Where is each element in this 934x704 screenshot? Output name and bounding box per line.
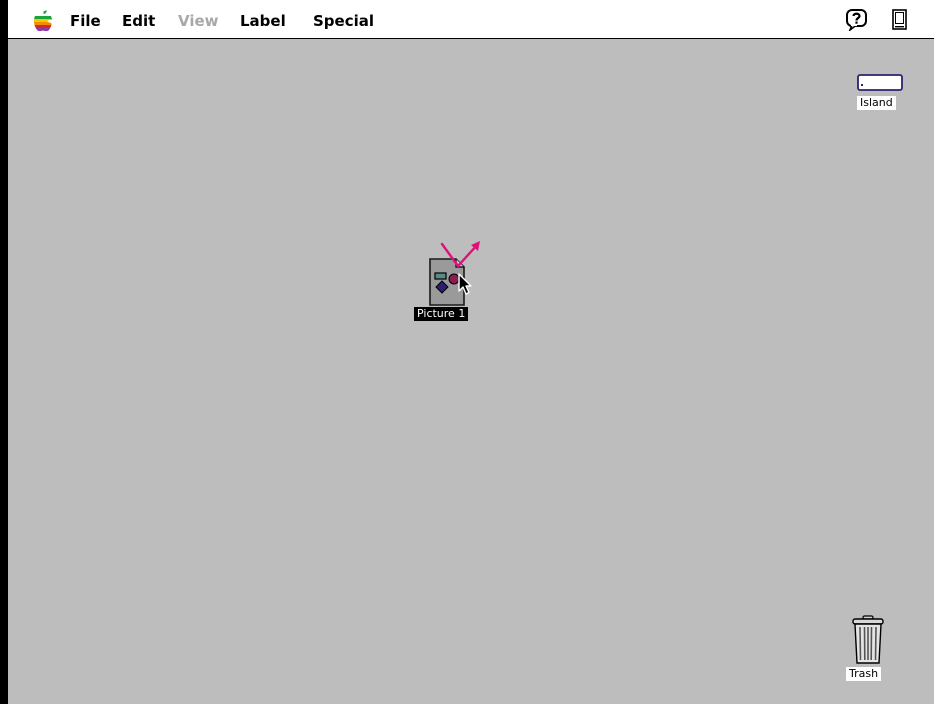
screen: File Edit View Label Special Island Pict… [0,0,934,704]
trash-icon[interactable] [850,615,886,665]
menu-bar: File Edit View Label Special [8,0,934,39]
finder-app-icon[interactable] [892,9,908,31]
desktop[interactable] [8,39,934,704]
drag-arrows-icon [440,241,480,268]
trash-label[interactable]: Trash [846,667,882,681]
menu-view[interactable]: View [178,12,219,30]
apple-rainbow-icon[interactable] [33,10,53,32]
hard-disk-icon[interactable] [857,74,903,91]
balloon-help-icon[interactable] [846,9,868,31]
menu-special[interactable]: Special [313,12,374,30]
menu-label[interactable]: Label [240,12,286,30]
picture-label[interactable]: Picture 1 [414,307,469,321]
menu-edit[interactable]: Edit [122,12,155,30]
arrow-pointer-icon [458,273,472,295]
menu-file[interactable]: File [70,12,101,30]
island-label[interactable]: Island [857,96,896,110]
